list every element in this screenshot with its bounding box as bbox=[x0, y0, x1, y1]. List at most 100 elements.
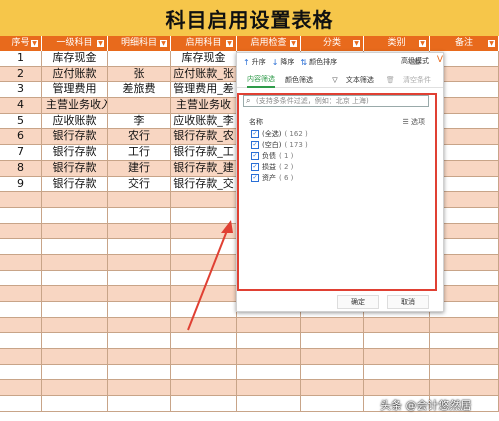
table-cell[interactable] bbox=[171, 364, 237, 380]
table-cell[interactable] bbox=[108, 254, 171, 270]
table-cell[interactable] bbox=[42, 192, 108, 207]
header-seq[interactable]: 序号 ▼ bbox=[0, 36, 42, 51]
table-cell[interactable] bbox=[108, 98, 171, 113]
filter-dropdown-icon[interactable]: ▼ bbox=[290, 40, 297, 47]
table-cell[interactable] bbox=[42, 317, 108, 333]
table-cell[interactable] bbox=[171, 302, 237, 317]
table-cell[interactable]: 4 bbox=[0, 98, 42, 113]
table-cell[interactable] bbox=[171, 270, 237, 286]
table-cell[interactable] bbox=[171, 192, 237, 207]
text-filter-button[interactable]: ▽ 文本筛选 bbox=[332, 75, 380, 85]
table-cell[interactable]: 9 bbox=[0, 176, 42, 192]
table-cell[interactable] bbox=[0, 317, 42, 333]
table-cell[interactable]: 主营业务收入 bbox=[42, 98, 108, 113]
header-detail[interactable]: 明细科目 ▼ bbox=[108, 36, 171, 51]
table-cell[interactable]: 建行 bbox=[108, 160, 171, 176]
table-cell[interactable] bbox=[108, 317, 171, 333]
table-cell[interactable] bbox=[301, 396, 364, 411]
table-cell[interactable] bbox=[430, 333, 499, 349]
filter-list-item[interactable]: ✓ (空白)( 173 ) bbox=[251, 139, 421, 150]
table-cell[interactable]: 银行存款 bbox=[42, 160, 108, 176]
table-cell[interactable]: 银行存款_工 bbox=[171, 145, 237, 160]
table-cell[interactable] bbox=[0, 270, 42, 286]
table-cell[interactable]: 应收账款 bbox=[42, 113, 108, 129]
table-cell[interactable] bbox=[171, 396, 237, 411]
header-category[interactable]: 分类 ▼ bbox=[301, 36, 364, 51]
table-cell[interactable] bbox=[0, 254, 42, 270]
table-cell[interactable]: 农行 bbox=[108, 129, 171, 145]
table-cell[interactable] bbox=[0, 286, 42, 301]
table-cell[interactable] bbox=[0, 239, 42, 254]
table-cell[interactable] bbox=[364, 380, 430, 396]
table-cell[interactable] bbox=[42, 286, 108, 301]
filter-list-item[interactable]: ✓ 资产( 6 ) bbox=[251, 172, 421, 183]
table-cell[interactable] bbox=[430, 364, 499, 380]
table-cell[interactable] bbox=[42, 207, 108, 223]
clear-filter-button[interactable]: 🗑 清空条件 bbox=[386, 75, 437, 85]
table-cell[interactable] bbox=[0, 364, 42, 380]
table-cell[interactable] bbox=[237, 317, 301, 333]
table-cell[interactable]: 李 bbox=[108, 113, 171, 129]
table-cell[interactable] bbox=[0, 223, 42, 239]
table-cell[interactable] bbox=[42, 223, 108, 239]
header-check[interactable]: 启用检查 ▼ bbox=[237, 36, 301, 51]
table-cell[interactable]: 6 bbox=[0, 129, 42, 145]
filter-dropdown-icon[interactable]: ▼ bbox=[419, 40, 426, 47]
table-cell[interactable] bbox=[42, 239, 108, 254]
table-cell[interactable] bbox=[42, 270, 108, 286]
header-level1[interactable]: 一级科目 ▼ bbox=[42, 36, 108, 51]
table-cell[interactable] bbox=[108, 349, 171, 364]
table-cell[interactable] bbox=[108, 396, 171, 411]
table-cell[interactable] bbox=[171, 333, 237, 349]
table-cell[interactable]: 应收账款_李 bbox=[171, 113, 237, 129]
table-cell[interactable] bbox=[108, 223, 171, 239]
filter-list-item[interactable]: ✓ 损益( 2 ) bbox=[251, 161, 421, 172]
table-cell[interactable]: 库存现金 bbox=[171, 51, 237, 66]
table-cell[interactable] bbox=[0, 192, 42, 207]
table-cell[interactable]: 银行存款_建 bbox=[171, 160, 237, 176]
filter-dropdown-icon[interactable]: ▼ bbox=[353, 40, 360, 47]
table-cell[interactable] bbox=[108, 239, 171, 254]
table-cell[interactable] bbox=[430, 349, 499, 364]
table-cell[interactable] bbox=[0, 333, 42, 349]
tab-color-filter[interactable]: 颜色筛选 bbox=[285, 73, 313, 87]
table-cell[interactable]: 7 bbox=[0, 145, 42, 160]
table-cell[interactable]: 差旅费 bbox=[108, 82, 171, 98]
table-cell[interactable] bbox=[171, 317, 237, 333]
table-cell[interactable] bbox=[237, 396, 301, 411]
checkbox[interactable]: ✓ bbox=[251, 162, 259, 171]
table-cell[interactable]: 3 bbox=[0, 82, 42, 98]
table-cell[interactable] bbox=[108, 207, 171, 223]
table-cell[interactable] bbox=[364, 364, 430, 380]
table-cell[interactable]: 银行存款 bbox=[42, 129, 108, 145]
table-cell[interactable] bbox=[301, 317, 364, 333]
table-cell[interactable] bbox=[430, 380, 499, 396]
table-cell[interactable] bbox=[237, 333, 301, 349]
table-cell[interactable] bbox=[42, 380, 108, 396]
table-cell[interactable]: 应付账款 bbox=[42, 66, 108, 82]
table-cell[interactable]: 交行 bbox=[108, 176, 171, 192]
table-cell[interactable] bbox=[42, 254, 108, 270]
table-cell[interactable] bbox=[364, 317, 430, 333]
filter-dropdown-icon[interactable]: ▼ bbox=[488, 40, 495, 47]
table-cell[interactable]: 银行存款 bbox=[42, 176, 108, 192]
table-cell[interactable] bbox=[171, 286, 237, 301]
table-cell[interactable]: 8 bbox=[0, 160, 42, 176]
filter-dropdown-icon[interactable]: ▼ bbox=[160, 40, 167, 47]
table-cell[interactable] bbox=[237, 364, 301, 380]
table-cell[interactable]: 5 bbox=[0, 113, 42, 129]
table-cell[interactable] bbox=[0, 396, 42, 411]
table-cell[interactable] bbox=[301, 333, 364, 349]
table-cell[interactable] bbox=[171, 207, 237, 223]
cancel-button[interactable]: 取消 bbox=[387, 295, 429, 309]
table-cell[interactable] bbox=[301, 380, 364, 396]
table-cell[interactable] bbox=[0, 380, 42, 396]
checkbox[interactable]: ✓ bbox=[251, 173, 259, 182]
table-cell[interactable] bbox=[364, 349, 430, 364]
table-cell[interactable] bbox=[171, 349, 237, 364]
table-cell[interactable] bbox=[42, 333, 108, 349]
table-cell[interactable]: 银行存款_农 bbox=[171, 129, 237, 145]
table-cell[interactable] bbox=[237, 380, 301, 396]
tab-content-filter[interactable]: 内容筛选 bbox=[247, 72, 275, 88]
table-cell[interactable] bbox=[301, 364, 364, 380]
